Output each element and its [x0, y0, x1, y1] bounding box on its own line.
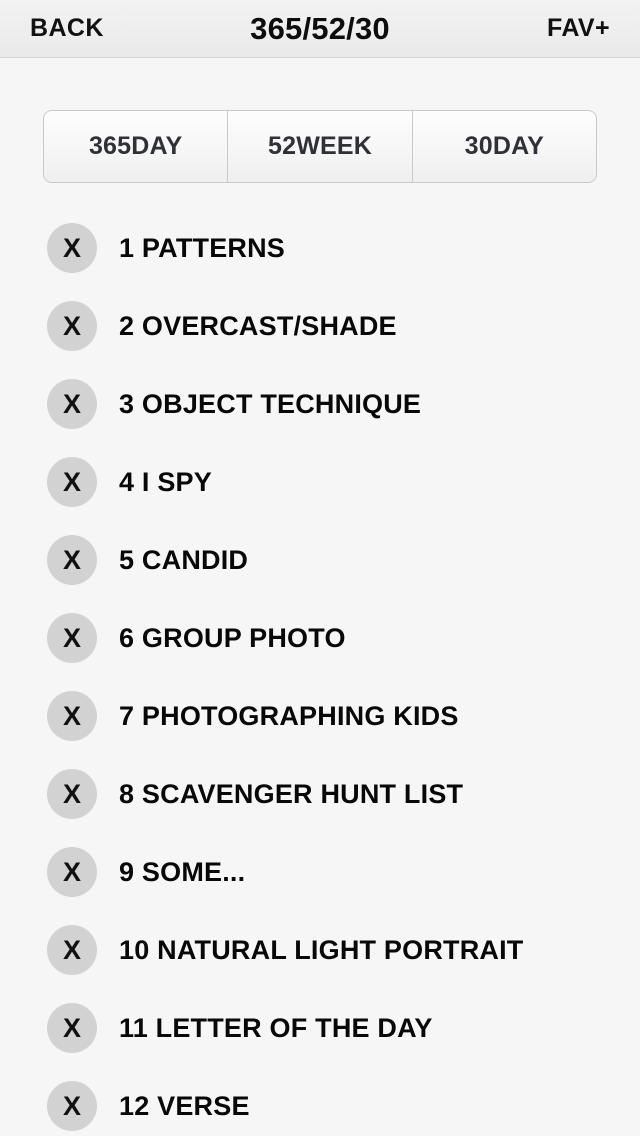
list-item-label: 4 I SPY	[119, 466, 212, 497]
x-badge-icon[interactable]: X	[47, 769, 97, 819]
challenge-list: X 1 PATTERNS X 2 OVERCAST/SHADE X 3 OBJE…	[0, 209, 640, 1136]
list-item-label: 10 NATURAL LIGHT PORTRAIT	[119, 934, 524, 965]
list-item[interactable]: X 12 VERSE	[0, 1067, 640, 1136]
back-button[interactable]: BACK	[30, 14, 104, 43]
list-item-label: 2 OVERCAST/SHADE	[119, 310, 397, 341]
segment-365day[interactable]: 365DAY	[44, 111, 229, 182]
list-item-label: 5 CANDID	[119, 544, 249, 575]
list-item[interactable]: X 10 NATURAL LIGHT PORTRAIT	[0, 911, 640, 989]
list-item[interactable]: X 2 OVERCAST/SHADE	[0, 287, 640, 365]
segment-52week[interactable]: 52WEEK	[228, 111, 413, 182]
app-root: BACK 365/52/30 FAV+ 365DAY 52WEEK 30DAY …	[0, 0, 640, 1136]
list-item-label: 3 OBJECT TECHNIQUE	[119, 388, 422, 419]
list-item-label: 9 SOME...	[119, 856, 246, 887]
favorite-add-button[interactable]: FAV+	[547, 14, 610, 43]
x-badge-icon[interactable]: X	[47, 301, 97, 351]
x-badge-icon[interactable]: X	[47, 223, 97, 273]
list-item[interactable]: X 9 SOME...	[0, 833, 640, 911]
x-badge-icon[interactable]: X	[47, 457, 97, 507]
list-item[interactable]: X 1 PATTERNS	[0, 209, 640, 287]
navigation-bar: BACK 365/52/30 FAV+	[0, 0, 640, 58]
list-item[interactable]: X 4 I SPY	[0, 443, 640, 521]
list-item-label: 6 GROUP PHOTO	[119, 622, 346, 653]
list-item[interactable]: X 3 OBJECT TECHNIQUE	[0, 365, 640, 443]
x-badge-icon[interactable]: X	[47, 613, 97, 663]
x-badge-icon[interactable]: X	[47, 925, 97, 975]
list-item-label: 8 SCAVENGER HUNT LIST	[119, 778, 464, 809]
x-badge-icon[interactable]: X	[47, 379, 97, 429]
x-badge-icon[interactable]: X	[47, 1003, 97, 1053]
x-badge-icon[interactable]: X	[47, 691, 97, 741]
list-item[interactable]: X 11 LETTER OF THE DAY	[0, 989, 640, 1067]
list-item[interactable]: X 5 CANDID	[0, 521, 640, 599]
list-item-label: 12 VERSE	[119, 1090, 250, 1121]
list-item-label: 11 LETTER OF THE DAY	[119, 1012, 433, 1043]
x-badge-icon[interactable]: X	[47, 1081, 97, 1131]
x-badge-icon[interactable]: X	[47, 847, 97, 897]
segmented-control[interactable]: 365DAY 52WEEK 30DAY	[43, 110, 597, 183]
list-item-label: 7 PHOTOGRAPHING KIDS	[119, 700, 459, 731]
x-badge-icon[interactable]: X	[47, 535, 97, 585]
segmented-control-container: 365DAY 52WEEK 30DAY	[0, 58, 640, 183]
list-item-label: 1 PATTERNS	[119, 232, 286, 263]
list-item[interactable]: X 7 PHOTOGRAPHING KIDS	[0, 677, 640, 755]
list-item[interactable]: X 6 GROUP PHOTO	[0, 599, 640, 677]
list-item[interactable]: X 8 SCAVENGER HUNT LIST	[0, 755, 640, 833]
segment-30day[interactable]: 30DAY	[412, 111, 596, 182]
